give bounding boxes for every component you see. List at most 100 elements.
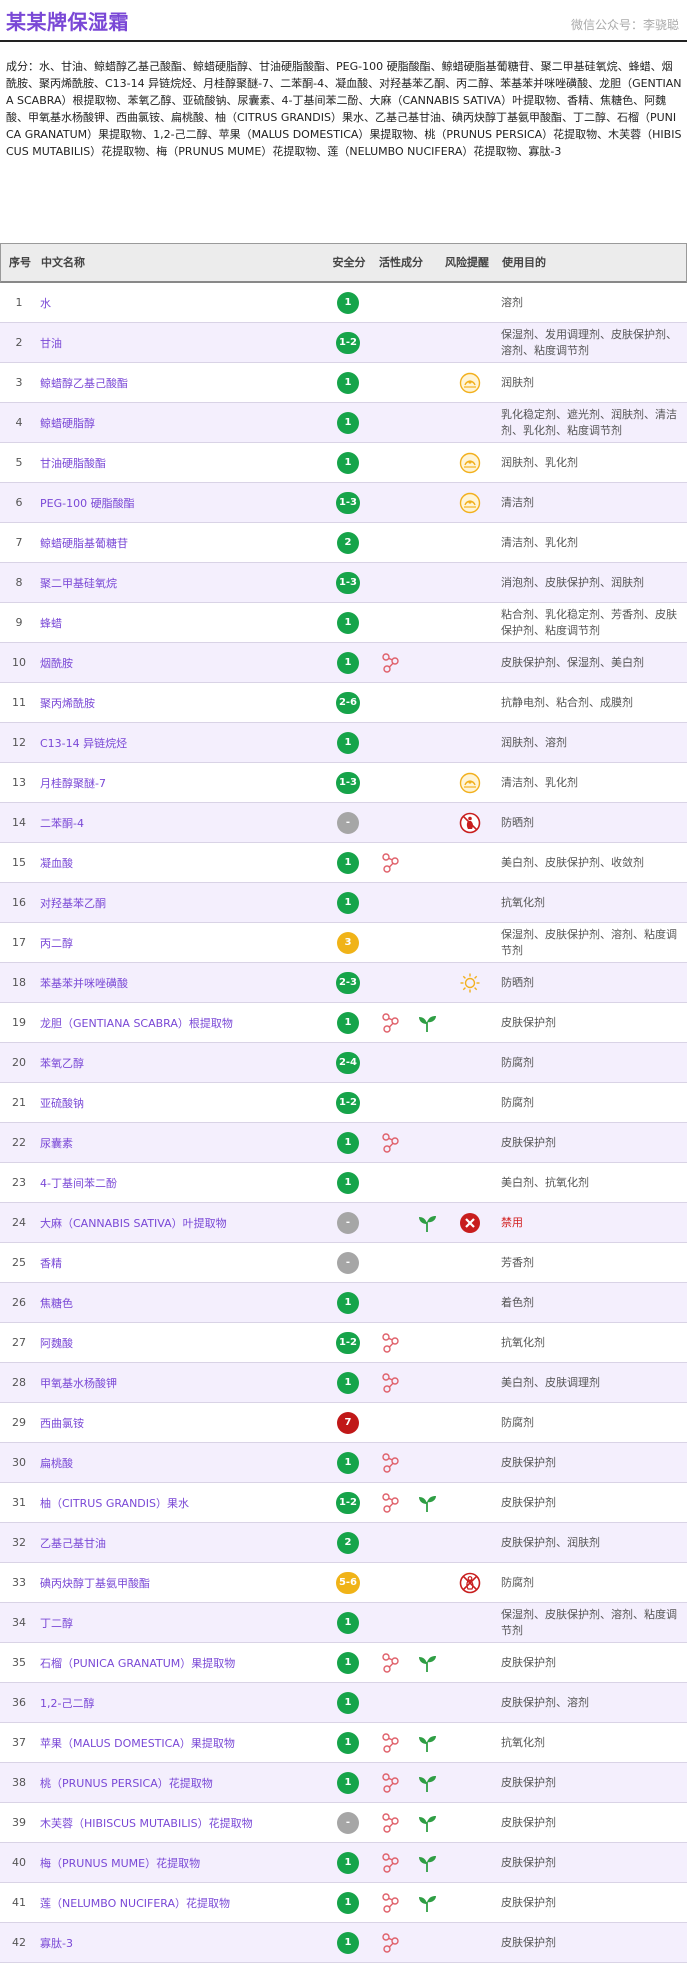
ingredient-name-link[interactable]: 寡肽-3 xyxy=(40,1923,325,1962)
row-number: 13 xyxy=(12,776,26,789)
row-number: 26 xyxy=(12,1296,26,1309)
row-number: 7 xyxy=(15,536,23,549)
ingredient-name-link[interactable]: 1,2-己二醇 xyxy=(40,1683,325,1722)
safety-score-badge: 1 xyxy=(337,1011,359,1034)
safety-score-badge: 2 xyxy=(337,531,359,554)
safety-score-badge: 1 xyxy=(337,1611,359,1634)
ingredient-name-link[interactable]: 阿魏酸 xyxy=(40,1323,325,1362)
ingredient-name-link[interactable]: 凝血酸 xyxy=(40,843,325,882)
safety-score-cell: 1 xyxy=(326,1683,370,1722)
row-number: 41 xyxy=(12,1896,26,1909)
ingredient-name-link[interactable]: 木芙蓉（HIBISCUS MUTABILIS）花提取物 xyxy=(40,1803,325,1842)
usage-purpose: 皮肤保护剂 xyxy=(501,1775,556,1789)
ingredient-name-link[interactable]: 丙二醇 xyxy=(40,923,325,962)
usage-purpose: 皮肤保护剂 xyxy=(501,1135,556,1149)
ingredients-list: 成分：水、甘油、鲸蜡醇乙基己酸酯、鲸蜡硬脂醇、甘油硬脂酸酯、PEG-100 硬脂… xyxy=(6,60,682,158)
active-ingredient-cell xyxy=(376,323,438,362)
ingredient-name-link[interactable]: 二苯酮-4 xyxy=(40,803,325,842)
usage-purpose: 抗氧化剂 xyxy=(501,1735,545,1749)
ingredient-name-link[interactable]: 蜂蜡 xyxy=(40,603,325,642)
active-ingredient-cell xyxy=(376,643,438,682)
row-number: 34 xyxy=(12,1616,26,1629)
molecule-icon xyxy=(380,1932,402,1954)
row-number: 22 xyxy=(12,1136,26,1149)
active-ingredient-cell xyxy=(376,1083,438,1122)
row-number: 33 xyxy=(12,1576,26,1589)
ingredient-name-link[interactable]: PEG-100 硬脂酸酯 xyxy=(40,483,325,522)
ingredient-name-link[interactable]: 4-丁基间苯二酚 xyxy=(40,1163,325,1202)
row-number: 12 xyxy=(12,736,26,749)
ingredient-name-link[interactable]: C13-14 异链烷烃 xyxy=(40,723,325,762)
ingredient-name-link[interactable]: 鲸蜡醇乙基己酸酯 xyxy=(40,363,325,402)
safety-score-cell: 1-3 xyxy=(326,483,370,522)
molecule-icon xyxy=(380,1852,402,1874)
ingredient-name-link[interactable]: 柚（CITRUS GRANDIS）果水 xyxy=(40,1483,325,1522)
ingredient-name-link[interactable]: 甘油硬脂酸酯 xyxy=(40,443,325,482)
ingredient-name-link[interactable]: 烟酰胺 xyxy=(40,643,325,682)
ingredient-name-link[interactable]: 对羟基苯乙酮 xyxy=(40,883,325,922)
safety-score-badge: 1-2 xyxy=(335,1091,361,1114)
risk-alert-cell xyxy=(448,403,492,442)
safety-score-badge: - xyxy=(337,811,359,834)
risk-alert-cell xyxy=(448,483,492,522)
ingredient-name-link[interactable]: 月桂醇聚醚-7 xyxy=(40,763,325,802)
ingredient-name-link[interactable]: 桃（PRUNUS PERSICA）花提取物 xyxy=(40,1763,325,1802)
active-ingredient-cell xyxy=(376,1763,438,1802)
risk-alert-cell xyxy=(448,1203,492,1242)
table-row: 37 苹果（MALUS DOMESTICA）果提取物 1 抗氧化剂 xyxy=(0,1723,687,1763)
ingredient-name-link[interactable]: 甲氧基水杨酸钾 xyxy=(40,1363,325,1402)
safety-score-badge: 1 xyxy=(337,411,359,434)
molecule-icon xyxy=(380,1372,402,1394)
ingredient-name-link[interactable]: 聚丙烯酰胺 xyxy=(40,683,325,722)
safety-score-badge: 1 xyxy=(337,1691,359,1714)
table-row: 17 丙二醇 3 保湿剂、皮肤保护剂、溶剂、粘度调节剂 xyxy=(0,923,687,963)
safety-score-cell: 1 xyxy=(326,603,370,642)
ingredient-name-link[interactable]: 大麻（CANNABIS SATIVA）叶提取物 xyxy=(40,1203,325,1242)
row-number: 8 xyxy=(15,576,23,589)
banned-icon xyxy=(459,1212,481,1234)
row-number: 23 xyxy=(12,1176,26,1189)
row-number: 14 xyxy=(12,816,26,829)
safety-score-badge: 1-2 xyxy=(335,1491,361,1514)
ingredient-name-link[interactable]: 莲（NELUMBO NUCIFERA）花提取物 xyxy=(40,1883,325,1922)
safety-score-cell: 1 xyxy=(326,1163,370,1202)
ingredient-name-link[interactable]: 苯基苯并咪唑磺酸 xyxy=(40,963,325,1002)
plant-icon xyxy=(416,1652,438,1674)
ingredient-name-link[interactable]: 水 xyxy=(40,283,325,322)
header-active: 活性成分 xyxy=(379,256,423,269)
ingredient-name-link[interactable]: 亚硫酸钠 xyxy=(40,1083,325,1122)
ingredient-name-link[interactable]: 焦糖色 xyxy=(40,1283,325,1322)
usage-purpose: 防晒剂 xyxy=(501,975,534,989)
safety-score-badge: 1-3 xyxy=(335,771,361,794)
ingredient-name-link[interactable]: 聚二甲基硅氧烷 xyxy=(40,563,325,602)
active-ingredient-cell xyxy=(376,603,438,642)
ingredient-name-link[interactable]: 苹果（MALUS DOMESTICA）果提取物 xyxy=(40,1723,325,1762)
ingredient-name-link[interactable]: 梅（PRUNUS MUME）花提取物 xyxy=(40,1843,325,1882)
risk-alert-cell xyxy=(448,1083,492,1122)
risk-alert-cell xyxy=(448,1043,492,1082)
table-row: 39 木芙蓉（HIBISCUS MUTABILIS）花提取物 - 皮肤保护剂 xyxy=(0,1803,687,1843)
ingredient-name-link[interactable]: 尿囊素 xyxy=(40,1123,325,1162)
safety-score-cell: 1 xyxy=(326,363,370,402)
risk-alert-cell xyxy=(448,1443,492,1482)
table-row: 20 苯氧乙醇 2-4 防腐剂 xyxy=(0,1043,687,1083)
ingredient-name-link[interactable]: 香精 xyxy=(40,1243,325,1282)
safety-score-badge: 1 xyxy=(337,891,359,914)
ingredient-name-link[interactable]: 鲸蜡硬脂醇 xyxy=(40,403,325,442)
ingredient-name-link[interactable]: 苯氧乙醇 xyxy=(40,1043,325,1082)
ingredient-name-link[interactable]: 鲸蜡硬脂基葡糖苷 xyxy=(40,523,325,562)
usage-purpose: 防腐剂 xyxy=(501,1415,534,1429)
ingredient-name-link[interactable]: 碘丙炔醇丁基氨甲酸酯 xyxy=(40,1563,325,1602)
ingredient-name-link[interactable]: 龙胆（GENTIANA SCABRA）根提取物 xyxy=(40,1003,325,1042)
usage-purpose: 清洁剂、乳化剂 xyxy=(501,775,578,789)
molecule-icon xyxy=(380,1892,402,1914)
ingredient-name-link[interactable]: 石榴（PUNICA GRANATUM）果提取物 xyxy=(40,1643,325,1682)
safety-score-cell: 1 xyxy=(326,1923,370,1962)
ingredient-name-link[interactable]: 甘油 xyxy=(40,323,325,362)
ingredient-name-link[interactable]: 扁桃酸 xyxy=(40,1443,325,1482)
safety-score-cell: 1 xyxy=(326,1603,370,1642)
ingredient-name-link[interactable]: 西曲氯铵 xyxy=(40,1403,325,1442)
ingredient-name-link[interactable]: 乙基己基甘油 xyxy=(40,1523,325,1562)
ingredient-name-link[interactable]: 丁二醇 xyxy=(40,1603,325,1642)
risk-alert-cell xyxy=(448,1843,492,1882)
